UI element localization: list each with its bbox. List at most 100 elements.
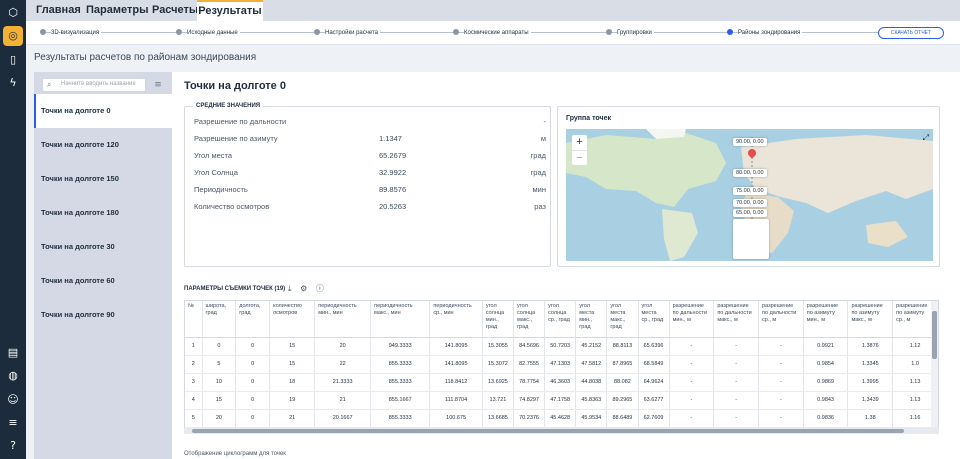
lightning-icon[interactable]: ϟ	[5, 75, 21, 91]
table-row[interactable]: 3 10 0 18 21.3333 855.3333 118.8412 13.6925 78.7…	[185, 373, 938, 392]
list-item[interactable]: Точки на долготе 60	[34, 264, 172, 298]
table-cell: -	[713, 355, 760, 374]
table-cell: 87.8965	[606, 355, 639, 374]
sliders-icon[interactable]: ≡	[5, 415, 21, 431]
search-input[interactable]: ⌕ Начните вводить название	[42, 78, 146, 92]
report-icon[interactable]: ▤	[5, 345, 21, 361]
download-report-button[interactable]: СКАЧАТЬ ОТЧЕТ	[878, 27, 944, 39]
zoom-out-button[interactable]: −	[572, 150, 587, 165]
table-header-cell[interactable]: разрешение по азимуту мин., м	[803, 301, 849, 338]
left-rail: ⬡ ◎ ▯ ϟ ▤ ◍ ☺ ≡ ?	[0, 0, 26, 459]
table-cell: 20.1667	[314, 409, 372, 428]
horizontal-scrollbar[interactable]	[184, 428, 939, 434]
table-cell: -	[669, 373, 715, 392]
map-point-label: 65.00, 0.00	[733, 209, 767, 217]
table-cell: 1.3995	[847, 373, 894, 392]
step-settings[interactable]: Настройки расчета	[314, 27, 380, 39]
table-cell: 855.1667	[370, 391, 431, 410]
table-row[interactable]: 5 20 0 21 20.1667 855.3333 100.675 13.6685 70.23…	[185, 409, 938, 428]
points-map[interactable]: + − ⤢ 90.00, 0.00 80.00, 0.00 75.00, 0.0…	[566, 129, 933, 261]
table-header-cell[interactable]: периодичность мин., мин	[314, 301, 372, 338]
table-header-cell[interactable]: периодичность ср., мин	[429, 301, 483, 338]
scroll-thumb[interactable]	[192, 429, 904, 433]
table-cell: 82.7555	[513, 355, 546, 374]
download-icon[interactable]: ⤓	[288, 284, 292, 293]
database-icon[interactable]: ◍	[5, 368, 21, 384]
list-item[interactable]: Точки на долготе 90	[34, 298, 172, 332]
table-header-cell[interactable]: угол солнца мин., град	[482, 301, 515, 338]
table-header-cell[interactable]: разрешение по дальности макс., м	[713, 301, 760, 338]
table-cell: -	[758, 355, 804, 374]
table-header-cell[interactable]: долгота, град	[235, 301, 271, 338]
scroll-thumb[interactable]	[932, 311, 937, 359]
table-cell: -	[713, 373, 760, 392]
step-spacecraft[interactable]: Космические аппараты	[453, 27, 531, 39]
table-header-cell[interactable]: широта, град	[202, 301, 237, 338]
table-header-cell[interactable]: разрешение по дальности ср., м	[758, 301, 804, 338]
step-3d[interactable]: 3D-визуализация	[40, 27, 102, 39]
table-header-cell[interactable]: количество осмотров	[269, 301, 316, 338]
map-point-label: 90.00, 0.00	[733, 138, 767, 146]
table-cell: 1.3439	[847, 391, 894, 410]
table-cell: 21	[269, 409, 316, 428]
table-grid: № широта, град долгота, град количество осм…	[185, 301, 938, 428]
tab-calc[interactable]: Расчеты	[150, 0, 200, 21]
filter-icon[interactable]: ≡	[151, 78, 165, 92]
help-icon[interactable]: ?	[5, 438, 21, 454]
table-row[interactable]: 2 5 0 15 22 855.3333 141.8095 15.3072 82.7555 47.…	[185, 355, 938, 374]
tab-results[interactable]: Результаты	[197, 0, 263, 21]
user-icon[interactable]: ☺	[5, 392, 21, 408]
step-areas[interactable]: Районы зондирования	[727, 27, 803, 39]
table-cell: 2	[185, 355, 203, 374]
table-header-cell[interactable]: угол места ср., град	[638, 301, 670, 338]
zoom-control: + −	[572, 135, 587, 165]
step-groups[interactable]: Группировки	[606, 27, 654, 39]
map-point-label: 75.00, 0.00	[733, 187, 767, 195]
table-cell: 3	[185, 373, 203, 392]
settings-icon[interactable]: ⚙	[300, 284, 307, 293]
tab-main[interactable]: Главная	[34, 0, 83, 21]
avg-row: Угол места 65.2679 град	[194, 151, 546, 160]
tab-params[interactable]: Параметры	[84, 0, 150, 21]
table-cell: -	[713, 409, 760, 428]
table-cell: 855.3333	[370, 373, 431, 392]
table-header-cell[interactable]: угол места макс., град	[606, 301, 639, 338]
list-item[interactable]: Точки на долготе 30	[34, 230, 172, 264]
table-cell: 0	[202, 337, 237, 356]
averages-box: СРЕДНИЕ ЗНАЧЕНИЯ Разрешение по дальности…	[184, 103, 551, 267]
table-row[interactable]: 4 15 0 19 21 855.1667 111.8704 13.721 74.8297 47.…	[185, 391, 938, 410]
table-cell: 0.9921	[803, 337, 849, 356]
table-cell: 47.1758	[544, 391, 577, 410]
table-header-cell[interactable]: периодичность макс., мин	[370, 301, 431, 338]
list-item[interactable]: Точки на долготе 0	[34, 94, 172, 128]
table-cell: 1	[185, 337, 203, 356]
table-header-cell[interactable]: №	[185, 301, 203, 338]
zoom-in-button[interactable]: +	[572, 135, 587, 150]
vertical-scrollbar[interactable]	[931, 301, 938, 427]
table-cell: 20	[202, 409, 237, 428]
step-source[interactable]: Исходные данные	[176, 27, 240, 39]
compass-icon[interactable]: ◎	[3, 26, 23, 46]
table-header-cell[interactable]: угол солнца макс., град	[513, 301, 546, 338]
fullscreen-icon[interactable]: ⤢	[923, 133, 929, 143]
table-cell: 0.9836	[803, 409, 849, 428]
bookmark-icon[interactable]: ▯	[5, 52, 21, 68]
list-item[interactable]: Точки на долготе 150	[34, 162, 172, 196]
table-header-cell[interactable]: разрешение по азимуту макс., м	[847, 301, 894, 338]
search-icon: ⌕	[47, 80, 52, 89]
table-cell: -	[669, 355, 715, 374]
table-row[interactable]: 1 0 0 15 20 949.3333 141.8095 15.3055 84.5696 50.…	[185, 337, 938, 356]
table-cell: 45.8363	[575, 391, 608, 410]
table-cell: 0.9869	[803, 373, 849, 392]
table-body: 1 0 0 15 20 949.3333 141.8095 15.3055 84.5696 50.…	[185, 337, 938, 428]
table-header-cell[interactable]: разрешение по дальности мин., м	[669, 301, 715, 338]
table-header-cell[interactable]: угол места мин., град	[575, 301, 608, 338]
table-cell: 15.3072	[482, 355, 515, 374]
table-header-cell[interactable]: угол солнца ср., град	[544, 301, 577, 338]
step-dot	[314, 29, 320, 35]
list-item[interactable]: Точки на долготе 180	[34, 196, 172, 230]
logo-icon[interactable]: ⬡	[5, 5, 21, 21]
table-caption: ПАРАМЕТРЫ СЪЕМКИ ТОЧЕК (19)	[184, 286, 286, 292]
help-icon[interactable]: ⓘ	[316, 284, 324, 293]
list-item[interactable]: Точки на долготе 120	[34, 128, 172, 162]
